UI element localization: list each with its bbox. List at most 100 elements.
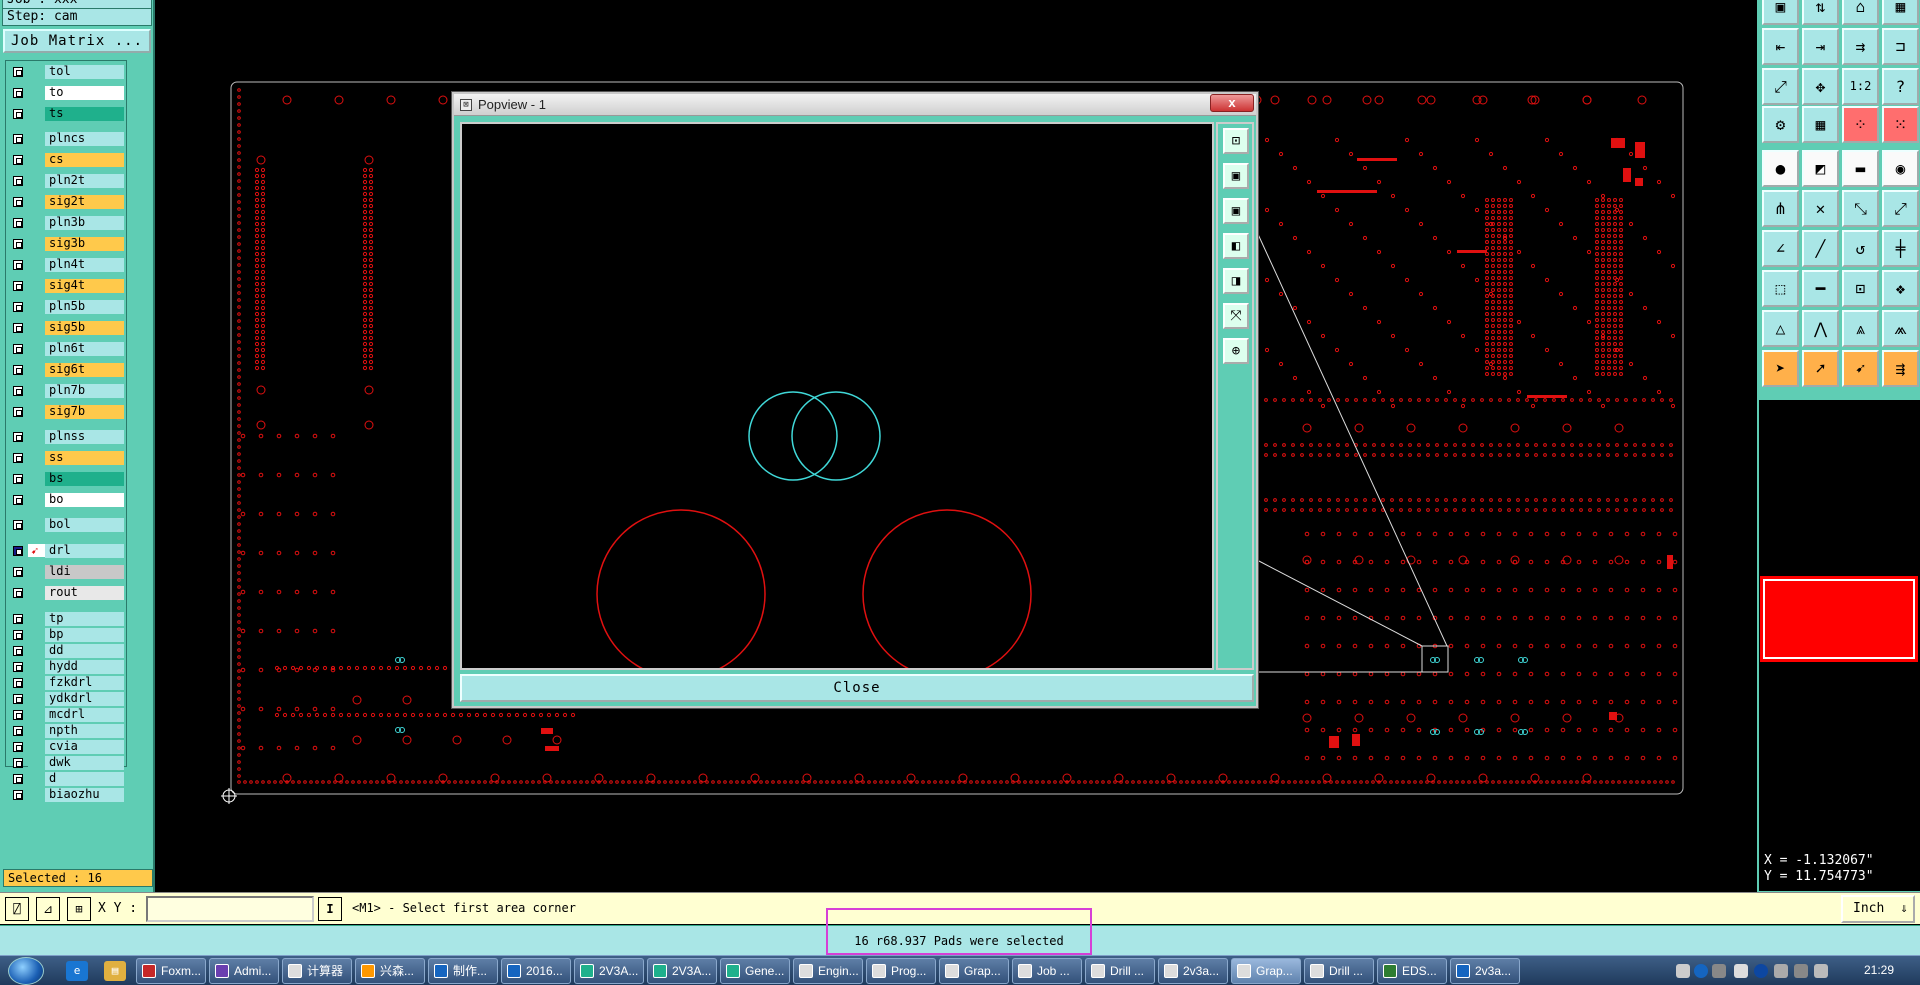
taskbar-item[interactable]: Grap... bbox=[939, 958, 1009, 984]
layer-checkbox[interactable] bbox=[13, 302, 23, 312]
arc-icon[interactable]: ↺ bbox=[1842, 230, 1879, 267]
layer-row[interactable]: to bbox=[8, 85, 126, 100]
layer-row[interactable]: bol bbox=[8, 517, 126, 532]
taskbar-item[interactable]: 2V3A... bbox=[574, 958, 644, 984]
layer-row[interactable]: fzkdrl bbox=[8, 675, 126, 690]
layer-checkbox[interactable] bbox=[13, 197, 23, 207]
unit-select[interactable]: Inch ⇓ bbox=[1841, 895, 1915, 923]
layer-name[interactable]: pln6t bbox=[45, 342, 124, 356]
layer-checkbox[interactable] bbox=[13, 365, 23, 375]
layer-row[interactable]: pln5b bbox=[8, 299, 126, 314]
redo-icon[interactable]: ⇥ bbox=[1802, 28, 1839, 65]
layer-checkbox[interactable] bbox=[13, 662, 23, 672]
layer-state-cell[interactable] bbox=[28, 692, 46, 705]
layer-row[interactable]: cvia bbox=[8, 739, 126, 754]
flag-icon[interactable] bbox=[1774, 964, 1788, 978]
grid-icon[interactable]: ▦ bbox=[1882, 0, 1919, 25]
layer-state-cell[interactable] bbox=[28, 258, 46, 271]
layer-name[interactable]: bol bbox=[45, 518, 124, 532]
pointer-multi-icon[interactable]: ⇶ bbox=[1882, 350, 1919, 387]
layer-row[interactable]: ss bbox=[8, 450, 126, 465]
layer-checkbox[interactable] bbox=[13, 710, 23, 720]
angle-icon[interactable]: ∠ bbox=[1762, 230, 1799, 267]
taskbar-item[interactable]: Drill ... bbox=[1304, 958, 1374, 984]
layer-name[interactable]: tp bbox=[45, 612, 124, 626]
layer-checkbox[interactable] bbox=[13, 344, 23, 354]
layer-state-cell[interactable] bbox=[28, 565, 46, 578]
layer-row[interactable]: bs bbox=[8, 471, 126, 486]
zoom-center-icon[interactable]: ✥ bbox=[1802, 68, 1839, 105]
layer-state-cell[interactable] bbox=[28, 237, 46, 250]
layer-state-cell[interactable] bbox=[28, 518, 46, 531]
layer-name[interactable]: plncs bbox=[45, 132, 124, 146]
layer-state-cell[interactable] bbox=[28, 628, 46, 641]
layer-state-cell[interactable] bbox=[28, 708, 46, 721]
layer-state-cell[interactable] bbox=[28, 86, 46, 99]
folder-icon[interactable]: ▤ bbox=[104, 961, 126, 981]
snap-mode-icon[interactable]: ⍁ bbox=[5, 897, 29, 921]
layer-name[interactable]: d bbox=[45, 772, 124, 786]
select-icon[interactable]: ▣ bbox=[1762, 0, 1799, 25]
taskbar-item[interactable]: 2v3a... bbox=[1450, 958, 1520, 984]
layer-row[interactable]: dd bbox=[8, 643, 126, 658]
layer-checkbox[interactable] bbox=[13, 630, 23, 640]
move-icon[interactable]: ⇅ bbox=[1802, 0, 1839, 25]
pan-left-icon[interactable]: ⊡ bbox=[1223, 128, 1249, 154]
layer-checkbox[interactable] bbox=[13, 567, 23, 577]
layer-state-cell[interactable] bbox=[28, 660, 46, 673]
pointer-icon[interactable]: ➤ bbox=[1762, 350, 1799, 387]
zoom-out-icon[interactable]: ▣ bbox=[1223, 198, 1249, 224]
layer-row[interactable]: cs bbox=[8, 152, 126, 167]
layer-row[interactable]: mcdrl bbox=[8, 707, 126, 722]
layer-state-cell[interactable] bbox=[28, 612, 46, 625]
layer-checkbox[interactable] bbox=[13, 176, 23, 186]
layer-state-cell[interactable] bbox=[28, 676, 46, 689]
layer-name[interactable]: bs bbox=[45, 472, 124, 486]
layer-state-cell[interactable] bbox=[28, 216, 46, 229]
zoom-fit-icon[interactable]: ⤧ bbox=[1223, 303, 1249, 329]
layer-state-cell[interactable] bbox=[28, 430, 46, 443]
layer-state-cell[interactable] bbox=[28, 384, 46, 397]
taskbar-item[interactable]: Prog... bbox=[866, 958, 936, 984]
layer-row[interactable]: pln4t bbox=[8, 257, 126, 272]
layer-state-cell[interactable] bbox=[28, 279, 46, 292]
step-icon[interactable]: ⇉ bbox=[1842, 28, 1879, 65]
layer-row[interactable]: pln3b bbox=[8, 215, 126, 230]
taskbar-item[interactable]: 兴森... bbox=[355, 958, 425, 984]
layer-state-cell[interactable] bbox=[28, 493, 46, 506]
layer-row[interactable]: plnss bbox=[8, 429, 126, 444]
zoom-fit-icon[interactable]: ⤢ bbox=[1762, 68, 1799, 105]
layer-checkbox[interactable] bbox=[13, 407, 23, 417]
snap-icon[interactable]: ⊐ bbox=[1882, 28, 1919, 65]
pointer-move-icon[interactable]: ➹ bbox=[1842, 350, 1879, 387]
layer-row[interactable]: sig2t bbox=[8, 194, 126, 209]
layer-row[interactable]: ydkdrl bbox=[8, 691, 126, 706]
grid-mode-icon[interactable]: ⊞ bbox=[67, 897, 91, 921]
layer-name[interactable]: sig2t bbox=[45, 195, 124, 209]
layer-state-cell[interactable] bbox=[28, 342, 46, 355]
layer-state-cell[interactable] bbox=[28, 772, 46, 785]
layer-name[interactable]: sig5b bbox=[45, 321, 124, 335]
layer-name[interactable]: plnss bbox=[45, 430, 124, 444]
layer-state-cell[interactable]: ➹ bbox=[28, 544, 46, 558]
popview-titlebar[interactable]: ⊠ Popview - 1 x bbox=[454, 94, 1256, 116]
layer-state-cell[interactable] bbox=[28, 644, 46, 657]
layer-state-cell[interactable] bbox=[28, 363, 46, 376]
layer-checkbox[interactable] bbox=[13, 281, 23, 291]
line-icon[interactable]: ◩ bbox=[1802, 150, 1839, 187]
layer-checkbox[interactable] bbox=[13, 726, 23, 736]
connect-icon[interactable]: ⤡ bbox=[1842, 190, 1879, 227]
layer-row[interactable]: ldi bbox=[8, 564, 126, 579]
scale-icon[interactable]: 1:2 bbox=[1842, 68, 1879, 105]
layer-checkbox[interactable] bbox=[13, 67, 23, 77]
home-icon[interactable]: ⌂ bbox=[1842, 0, 1879, 25]
layer-checkbox[interactable] bbox=[13, 109, 23, 119]
layer-checkbox[interactable] bbox=[13, 614, 23, 624]
taskbar-item[interactable]: Admi... bbox=[209, 958, 279, 984]
overview-minimap[interactable] bbox=[1760, 576, 1918, 662]
layer-checkbox[interactable] bbox=[13, 218, 23, 228]
layer-row[interactable]: ts bbox=[8, 106, 126, 121]
layer-name[interactable]: bp bbox=[45, 628, 124, 642]
pointer-select-icon[interactable]: ➚ bbox=[1802, 350, 1839, 387]
taskbar-item[interactable]: 2016... bbox=[501, 958, 571, 984]
